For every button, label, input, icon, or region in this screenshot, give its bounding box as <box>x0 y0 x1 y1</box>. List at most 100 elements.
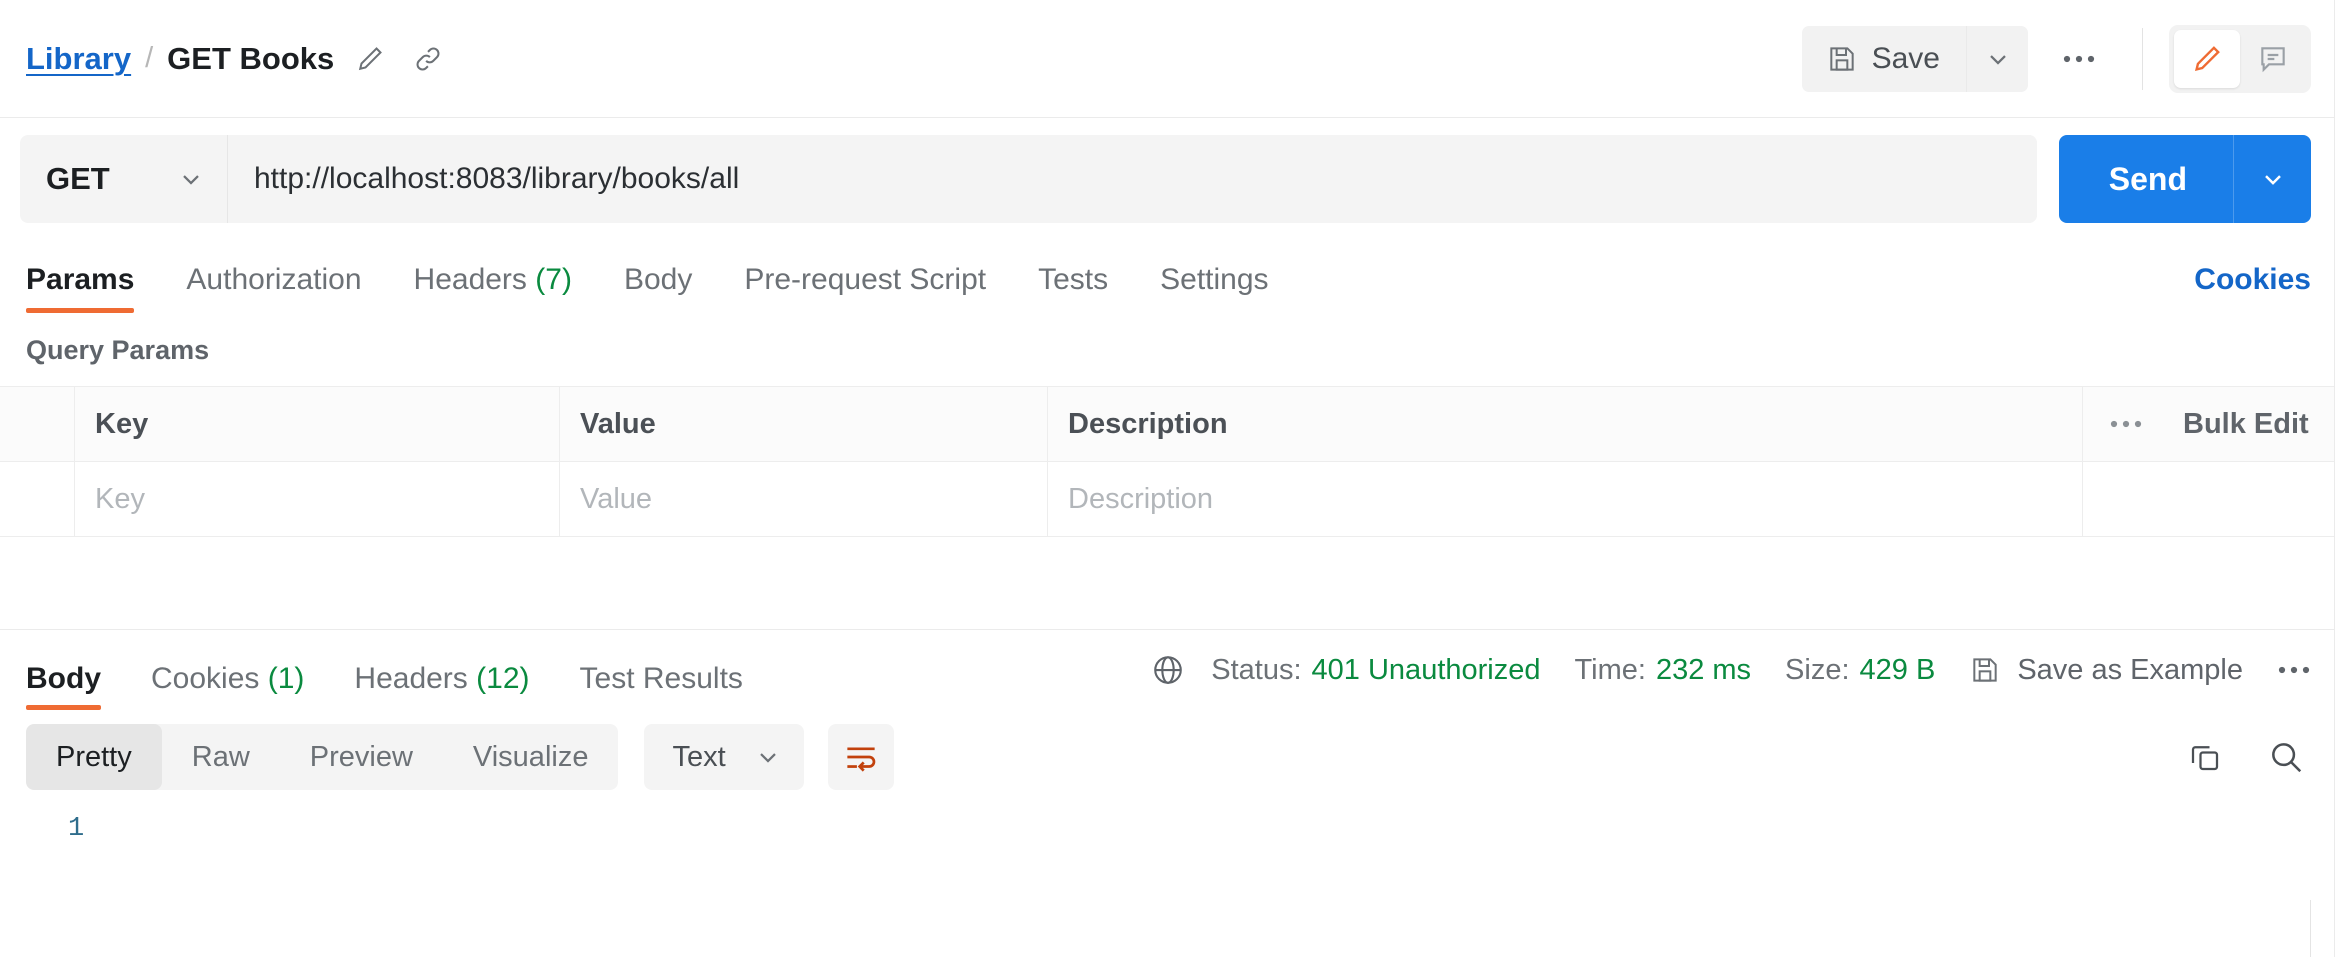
view-mode-toggle <box>2169 24 2311 93</box>
tab-authorization[interactable]: Authorization <box>186 263 361 313</box>
breadcrumb-separator: / <box>145 42 154 74</box>
chevron-down-icon <box>183 175 199 185</box>
response-tab-headers-count: (12) <box>476 662 530 695</box>
pencil-icon <box>359 46 383 70</box>
url-input[interactable]: http://localhost:8083/library/books/all <box>228 135 2037 223</box>
body-toolbar-actions <box>2187 738 2311 776</box>
time-label: Time: <box>1574 653 1646 686</box>
row-value-input[interactable]: Value <box>560 462 1048 536</box>
breadcrumb: Library / GET Books <box>26 41 334 77</box>
bulk-edit-button[interactable]: Bulk Edit <box>2183 408 2309 441</box>
response-meta: Status: 401 Unauthorized Time: 232 ms Si… <box>1151 653 2311 687</box>
comment-icon <box>2261 46 2285 72</box>
request-more-actions-button[interactable] <box>2042 26 2116 92</box>
body-view-visualize-label: Visualize <box>472 740 589 773</box>
body-view-preview-label: Preview <box>309 740 413 773</box>
tab-params-label: Params <box>26 263 135 296</box>
body-view-segmented-control: Pretty Raw Preview Visualize <box>26 724 619 790</box>
http-method-selector[interactable]: GET <box>20 135 228 223</box>
word-wrap-toggle[interactable] <box>827 724 894 790</box>
table-header-row: Key Value Description Bulk Edit <box>0 387 2335 462</box>
line-number: 1 <box>68 814 85 844</box>
tab-body[interactable]: Body <box>624 263 692 313</box>
tab-tests-label: Tests <box>1038 263 1109 296</box>
size-label: Size: <box>1785 653 1850 686</box>
link-icon <box>416 47 440 70</box>
send-button-group: Send <box>2058 135 2311 223</box>
send-button[interactable]: Send <box>2059 135 2233 223</box>
response-tab-headers[interactable]: Headers (12) <box>354 662 529 710</box>
time-value: 232 ms <box>1655 653 1752 686</box>
cookies-link[interactable]: Cookies <box>2194 263 2311 313</box>
network-info-button[interactable] <box>1151 653 1185 687</box>
row-description-input[interactable]: Description <box>1048 462 2083 536</box>
tab-settings-label: Settings <box>1160 263 1269 296</box>
body-view-pretty[interactable]: Pretty <box>26 724 162 790</box>
status-value: 401 Unauthorized <box>1311 653 1541 686</box>
tab-params[interactable]: Params <box>26 263 135 313</box>
response-tab-body[interactable]: Body <box>26 662 101 710</box>
row-checkbox-cell[interactable] <box>0 462 75 536</box>
response-tab-cookies[interactable]: Cookies (1) <box>151 662 304 710</box>
status-label: Status: <box>1211 653 1302 686</box>
word-wrap-icon <box>847 747 875 772</box>
tab-authorization-label: Authorization <box>186 263 362 296</box>
toggle-comment-mode[interactable] <box>2240 30 2306 88</box>
header-divider <box>2142 27 2143 90</box>
header-description-cell: Description <box>1048 387 2083 461</box>
request-tabs: Params Authorization Headers (7) Body Pr… <box>0 239 2335 313</box>
tab-headers[interactable]: Headers (7) <box>414 263 572 313</box>
breadcrumb-collection-link[interactable]: Library <box>26 41 131 77</box>
body-view-raw[interactable]: Raw <box>162 724 280 790</box>
save-as-example-button[interactable]: Save as Example <box>1969 654 2243 687</box>
tab-tests[interactable]: Tests <box>1038 263 1108 313</box>
response-tab-body-label: Body <box>26 662 101 695</box>
size-badge: Size: 429 B <box>1785 654 1935 687</box>
response-body-editor[interactable]: 1 <box>0 804 2335 876</box>
tab-settings[interactable]: Settings <box>1160 263 1268 313</box>
response-tab-test-results[interactable]: Test Results <box>580 662 743 710</box>
postman-request-view: Library / GET Books Save GET http://loca… <box>0 0 2335 957</box>
copy-link-button[interactable] <box>406 37 450 81</box>
request-header: Library / GET Books Save <box>0 0 2335 118</box>
toggle-edit-mode[interactable] <box>2174 29 2240 88</box>
send-options-button[interactable] <box>2233 135 2311 223</box>
tab-pre-request-script[interactable]: Pre-request Script <box>744 263 986 313</box>
time-badge: Time: 232 ms <box>1575 654 1752 687</box>
search-response-button[interactable] <box>2267 738 2305 776</box>
tab-body-label: Body <box>623 263 693 296</box>
rename-request-button[interactable] <box>348 37 392 81</box>
query-params-title: Query Params <box>26 335 210 365</box>
floppy-disk-icon <box>1973 658 1997 682</box>
save-button[interactable]: Save <box>1801 25 1966 92</box>
ellipsis-horizontal-icon <box>2063 55 2095 62</box>
chevron-down-icon <box>759 753 776 763</box>
save-as-example-label: Save as Example <box>2017 653 2243 686</box>
table-row[interactable]: Key Value Description <box>0 462 2335 537</box>
http-method-label: GET <box>46 161 110 196</box>
chevron-down-icon <box>2264 175 2281 185</box>
pencil-icon <box>2194 45 2220 71</box>
ellipsis-horizontal-icon <box>2278 666 2310 674</box>
body-view-preview[interactable]: Preview <box>280 724 443 790</box>
url-bar: GET http://localhost:8083/library/books/… <box>0 118 2335 239</box>
copy-response-button[interactable] <box>2187 739 2223 775</box>
response-tab-cookies-label: Cookies <box>151 662 260 695</box>
response-tabs: Body Cookies (1) Headers (12) Test Resul… <box>0 630 793 710</box>
body-format-selector[interactable]: Text <box>644 724 804 790</box>
response-tab-headers-label: Headers <box>354 662 468 695</box>
params-filler <box>0 537 2335 629</box>
row-key-input[interactable]: Key <box>75 462 560 536</box>
save-button-group: Save <box>1801 25 2028 92</box>
body-view-pretty-label: Pretty <box>56 740 132 773</box>
params-more-actions-button[interactable] <box>2109 418 2143 430</box>
chevron-down-icon <box>1989 54 2006 65</box>
save-options-button[interactable] <box>1966 25 2028 92</box>
size-value: 429 B <box>1859 653 1936 686</box>
method-url-group: GET http://localhost:8083/library/books/… <box>20 135 2037 223</box>
tab-headers-label: Headers <box>413 263 527 296</box>
response-more-actions-button[interactable] <box>2277 664 2311 676</box>
response-tab-test-results-label: Test Results <box>579 662 743 695</box>
body-view-visualize[interactable]: Visualize <box>443 724 619 790</box>
editor-right-rule <box>2310 900 2311 957</box>
